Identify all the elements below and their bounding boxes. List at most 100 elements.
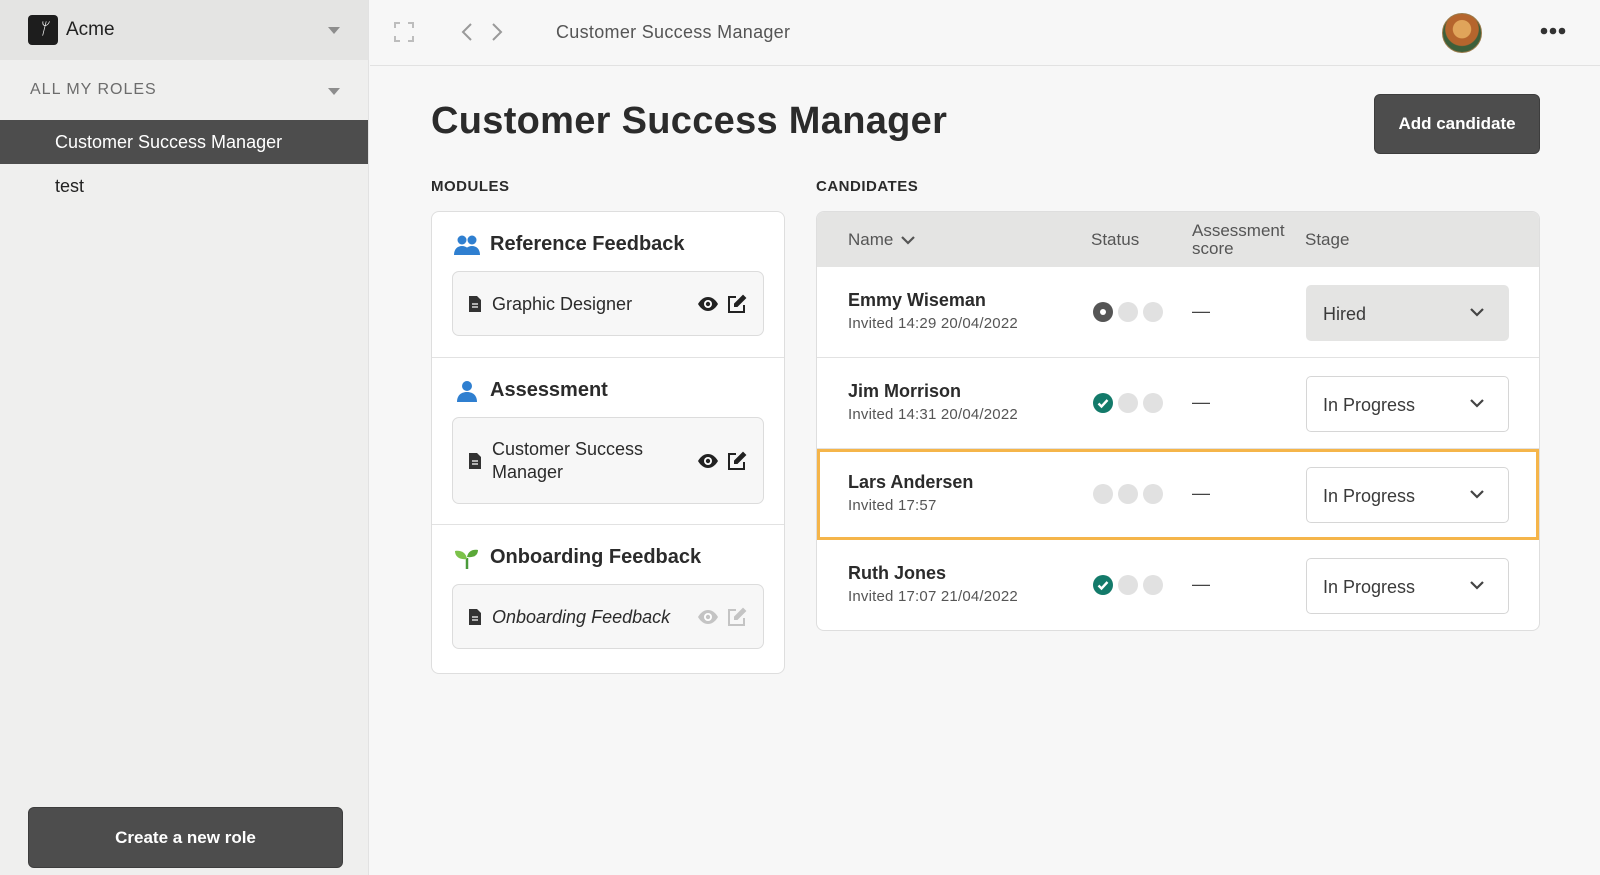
status-pending-icon (1143, 484, 1163, 504)
module-assessment: Assessment Customer Success Manager (432, 358, 784, 525)
assessment-score: — (1192, 301, 1210, 321)
edit-icon[interactable] (727, 607, 747, 627)
status-indicator (1093, 393, 1163, 413)
candidate-name[interactable]: Emmy Wiseman (848, 290, 986, 311)
status-complete-icon (1093, 575, 1113, 595)
table-row[interactable]: Lars Andersen Invited 17:57 — In Progress (817, 449, 1539, 540)
status-pending-icon (1143, 575, 1163, 595)
document-icon (469, 453, 481, 469)
eye-icon[interactable] (697, 453, 719, 469)
breadcrumb: Customer Success Manager (556, 22, 791, 42)
stage-value: In Progress (1323, 486, 1416, 506)
stage-value: In Progress (1323, 395, 1416, 415)
module-header: Assessment (454, 379, 608, 402)
top-bar: Customer Success Manager (370, 0, 1600, 66)
status-indicator (1093, 575, 1163, 595)
chevron-down-icon (1470, 308, 1484, 317)
sidebar-item-customer-success-manager[interactable]: Customer Success Manager (0, 120, 368, 164)
expand-icon[interactable] (394, 22, 414, 42)
back-arrow-icon[interactable] (460, 22, 474, 42)
seedling-icon (455, 549, 478, 569)
module-card[interactable]: Graphic Designer (452, 271, 764, 336)
status-indicator (1093, 484, 1163, 504)
status-pending-icon (1143, 393, 1163, 413)
candidate-invited: Invited 14:31 20/04/2022 (848, 406, 1018, 423)
chevron-down-icon (1470, 490, 1484, 499)
module-card[interactable]: Onboarding Feedback (452, 584, 764, 649)
sidebar-item-test[interactable]: test (0, 164, 368, 208)
candidate-name[interactable]: Lars Andersen (848, 472, 973, 493)
sidebar: ᛘ Acme ALL MY ROLES Customer Success Man… (0, 0, 369, 875)
status-pending-icon (1118, 393, 1138, 413)
candidates-table: Name Status Assessment score Stage Emmy … (816, 211, 1540, 631)
candidate-name[interactable]: Jim Morrison (848, 381, 961, 402)
document-icon (469, 296, 481, 312)
candidate-name[interactable]: Ruth Jones (848, 563, 946, 584)
module-onboarding-feedback: Onboarding Feedback Onboarding Feedback (432, 525, 784, 673)
table-row[interactable]: Emmy Wiseman Invited 14:29 20/04/2022 — Hir… (817, 267, 1539, 358)
module-card-label: Graphic Designer (492, 294, 633, 314)
module-title: Reference Feedback (490, 233, 685, 255)
roles-header[interactable]: ALL MY ROLES (0, 60, 368, 120)
forward-arrow-icon[interactable] (490, 22, 504, 42)
candidates-label: CANDIDATES (816, 178, 919, 195)
module-reference-feedback: Reference Feedback Graphic Designer (432, 212, 784, 358)
edit-icon[interactable] (727, 451, 747, 471)
module-card-label: Onboarding Feedback (492, 607, 671, 627)
table-row[interactable]: Ruth Jones Invited 17:07 21/04/2022 — In Pr… (817, 540, 1539, 630)
eye-icon[interactable] (697, 609, 719, 625)
candidate-invited: Invited 17:57 (848, 497, 937, 514)
status-indicator (1093, 302, 1163, 322)
name-column-header[interactable]: Name (848, 230, 916, 250)
assessment-score: — (1192, 392, 1210, 412)
stage-select[interactable]: In Progress (1306, 376, 1509, 432)
document-icon (469, 609, 481, 625)
name-header-label: Name (848, 230, 894, 249)
status-current-icon (1093, 302, 1113, 322)
assessment-score: — (1192, 574, 1210, 594)
status-column-header: Status (1091, 230, 1140, 249)
status-pending-icon (1118, 484, 1138, 504)
status-complete-icon (1093, 393, 1113, 413)
score-column-header: Assessment score (1192, 221, 1285, 258)
chevron-down-icon (1470, 581, 1484, 590)
stage-column-header: Stage (1305, 230, 1350, 249)
add-candidate-button[interactable]: Add candidate (1374, 94, 1540, 154)
chevron-down-icon[interactable] (328, 27, 340, 34)
stage-select[interactable]: In Progress (1306, 467, 1509, 523)
more-options-icon[interactable] (1540, 26, 1566, 36)
assessment-score: — (1192, 483, 1210, 503)
table-header: Name Status Assessment score Stage (817, 212, 1539, 267)
person-icon (457, 380, 477, 402)
stage-value: In Progress (1323, 577, 1416, 597)
status-pending-icon (1118, 575, 1138, 595)
candidate-invited: Invited 14:29 20/04/2022 (848, 315, 1018, 332)
status-pending-icon (1118, 302, 1138, 322)
status-pending-icon (1143, 302, 1163, 322)
org-switcher[interactable]: ᛘ Acme (0, 0, 368, 60)
table-row[interactable]: Jim Morrison Invited 14:31 20/04/2022 — In … (817, 358, 1539, 449)
modules-panel: Reference Feedback Graphic Designer Asse… (431, 211, 785, 674)
chevron-down-icon[interactable] (328, 88, 340, 95)
candidate-invited: Invited 17:07 21/04/2022 (848, 588, 1018, 605)
org-name: Acme (66, 19, 115, 40)
org-logo: ᛘ (28, 15, 58, 45)
module-title: Onboarding Feedback (490, 546, 702, 568)
eye-icon[interactable] (697, 296, 719, 312)
chevron-down-icon (1470, 399, 1484, 408)
stage-select[interactable]: In Progress (1306, 558, 1509, 614)
module-header: Reference Feedback (454, 233, 685, 256)
module-title: Assessment (490, 379, 608, 401)
people-icon (454, 235, 480, 255)
chevron-down-icon[interactable] (901, 235, 916, 245)
edit-icon[interactable] (727, 294, 747, 314)
modules-label: MODULES (431, 178, 510, 195)
module-card[interactable]: Customer Success Manager (452, 417, 764, 504)
module-header: Onboarding Feedback (454, 546, 701, 569)
stage-value: Hired (1323, 304, 1367, 324)
status-pending-icon (1093, 484, 1113, 504)
stage-select[interactable]: Hired (1306, 285, 1509, 341)
avatar[interactable] (1442, 13, 1482, 53)
create-role-button[interactable]: Create a new role (28, 807, 343, 868)
roles-title: ALL MY ROLES (30, 81, 157, 98)
